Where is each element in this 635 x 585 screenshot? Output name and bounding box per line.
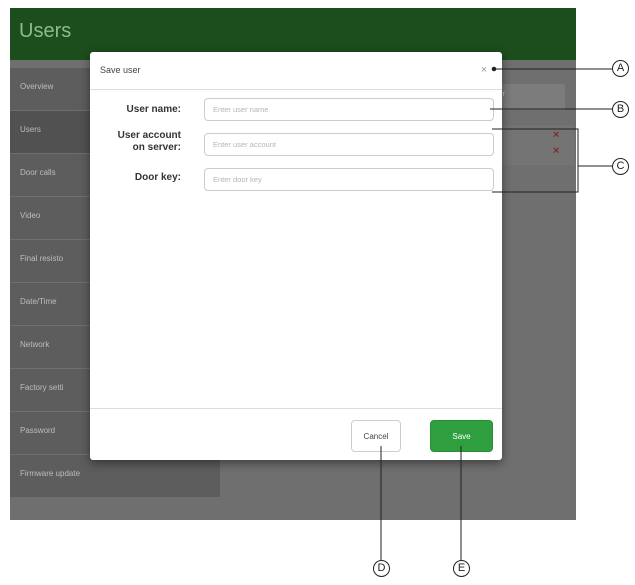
callout-e: E bbox=[453, 560, 470, 577]
screenshot-stage: Users Overview Users Door calls Video Fi… bbox=[0, 0, 635, 585]
callout-d: D bbox=[373, 560, 390, 577]
callout-lines bbox=[380, 66, 612, 560]
callout-c: C bbox=[612, 158, 629, 175]
callout-a: A bbox=[612, 60, 629, 77]
callout-b: B bbox=[612, 101, 629, 118]
